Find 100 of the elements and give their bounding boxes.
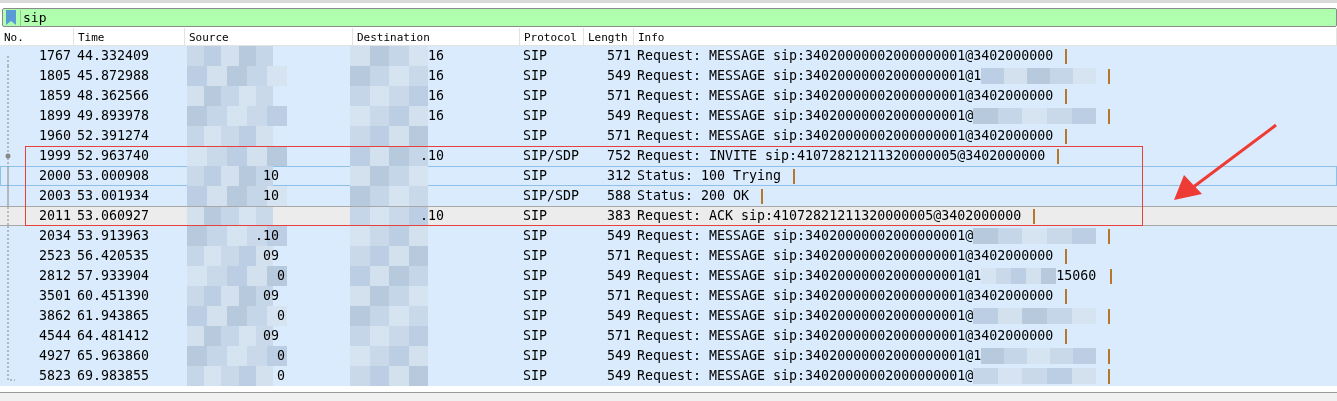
packet-row[interactable]: 2000 53.000908 10 SIP 312 Status: 100 Trying <box>0 166 1337 186</box>
table-cell-text: 09 <box>263 247 279 265</box>
table-cell: SIP <box>523 328 548 343</box>
table-cell: 1767 <box>38 48 71 63</box>
table-cell-text: Request: MESSAGE sip:34020000002000000001@3402000000 <box>637 47 1054 65</box>
table-cell: 312 <box>606 168 631 183</box>
table-cell-text: Request: MESSAGE sip:34020000002000000001@ <box>637 227 974 245</box>
column-header[interactable]: No. <box>0 28 74 45</box>
packet-row[interactable]: 2034 53.913963 .10 SIP 549 Request: MESSAGE sip:34020000002000000001@ <box>0 226 1337 246</box>
table-cell-text: Request: MESSAGE sip:34020000002000000001@3402000000 <box>637 127 1054 145</box>
table-cell: 549 <box>606 228 631 243</box>
table-cell: 44.332409 <box>77 48 150 63</box>
column-header[interactable]: Destination <box>353 28 520 45</box>
marker-bar <box>1065 328 1068 344</box>
table-cell-text: Request: MESSAGE sip:34020000002000000001@3402000000 <box>637 287 1054 305</box>
packet-row[interactable]: 2003 53.001934 10 SIP/SDP 588 Status: 200 OK <box>0 186 1337 206</box>
table-cell: 53.000908 <box>77 168 150 183</box>
marker-bar <box>1065 48 1068 64</box>
table-cell: 1999 <box>38 148 71 163</box>
column-header[interactable]: Length <box>584 28 634 45</box>
table-cell: 65.963860 <box>77 348 150 363</box>
marker-bar <box>1057 148 1060 164</box>
table-cell: 383 <box>606 208 631 223</box>
marker-bar <box>793 168 796 184</box>
marker-bar <box>1065 88 1068 104</box>
table-cell-text: 0 <box>277 347 285 365</box>
table-cell: SIP <box>523 288 548 303</box>
marker-bar <box>1108 348 1111 364</box>
table-cell-text: 16 <box>428 87 444 105</box>
table-cell: 752 <box>606 148 631 163</box>
packet-row[interactable]: 3501 60.451390 09 SIP 571 Request: MESSAGE sip:34020000002000000001@3402000000 <box>0 286 1337 306</box>
table-cell: 549 <box>606 108 631 123</box>
table-cell: 5823 <box>38 368 71 383</box>
marker-bar <box>1108 108 1111 124</box>
table-cell: SIP/SDP <box>523 148 580 163</box>
table-cell-text: 09 <box>263 287 279 305</box>
table-cell: 2812 <box>38 268 71 283</box>
table-cell-text: 16 <box>428 107 444 125</box>
packet-row[interactable]: 1805 45.872988 16 SIP 549 Request: MESSAGE sip:34020000002000000001@1 <box>0 66 1337 86</box>
table-cell-text: 0 <box>277 267 285 285</box>
table-cell-text: Request: MESSAGE sip:34020000002000000001@3402000000 <box>637 87 1054 105</box>
table-cell-text: 10 <box>263 187 279 205</box>
column-header[interactable]: Info <box>634 28 1337 45</box>
marker-bar <box>1065 288 1068 304</box>
packet-row[interactable]: 2523 56.420535 09 SIP 571 Request: MESSAGE sip:34020000002000000001@3402000000 <box>0 246 1337 266</box>
packet-row[interactable]: 2011 53.060927 .10 SIP 383 Request: ACK sip:41072821211320000005@3402000000 <box>0 206 1337 226</box>
packet-row[interactable]: 1859 48.362566 16 SIP 571 Request: MESSAGE sip:34020000002000000001@3402000000 <box>0 86 1337 106</box>
table-cell: 53.913963 <box>77 228 150 243</box>
column-header[interactable]: Source <box>185 28 353 45</box>
table-cell: 57.933904 <box>77 268 150 283</box>
table-cell: 48.362566 <box>77 88 150 103</box>
marker-bar <box>1110 268 1113 284</box>
table-cell-text: Request: INVITE sip:41072821211320000005@3402000000 <box>637 147 1046 165</box>
table-cell: 53.001934 <box>77 188 150 203</box>
table-cell: 588 <box>606 188 631 203</box>
table-cell: 571 <box>606 88 631 103</box>
table-cell: SIP <box>523 88 548 103</box>
table-cell: 1859 <box>38 88 71 103</box>
table-cell-text: Request: MESSAGE sip:34020000002000000001@ <box>637 107 974 125</box>
bookmark-icon[interactable] <box>5 10 17 25</box>
packet-row[interactable]: 1767 44.332409 16 SIP 571 Request: MESSAGE sip:34020000002000000001@3402000000 <box>0 46 1337 66</box>
table-cell: SIP <box>523 208 548 223</box>
table-cell: 1899 <box>38 108 71 123</box>
table-cell-text: Request: MESSAGE sip:34020000002000000001@1 <box>637 267 982 285</box>
table-cell: 4544 <box>38 328 71 343</box>
table-cell: 571 <box>606 328 631 343</box>
table-cell: 60.451390 <box>77 288 150 303</box>
table-cell: .10 <box>420 207 445 225</box>
table-cell-text: Request: MESSAGE sip:34020000002000000001@1 <box>637 67 982 85</box>
table-cell-text: .10 <box>255 227 280 245</box>
packet-row[interactable]: 4544 64.481412 09 SIP 571 Request: MESSAGE sip:34020000002000000001@3402000000 <box>0 326 1337 346</box>
packet-row[interactable]: 3862 61.943865 0 SIP 549 Request: MESSAGE sip:34020000002000000001@ <box>0 306 1337 326</box>
table-cell: Request: ACK sip:41072821211320000005@3402000000 <box>637 207 1022 225</box>
table-cell: 549 <box>606 268 631 283</box>
table-cell: 571 <box>606 128 631 143</box>
table-cell: 2003 <box>38 188 71 203</box>
table-cell-text: 16 <box>428 47 444 65</box>
table-cell: 571 <box>606 288 631 303</box>
table-cell: 52.963740 <box>77 148 150 163</box>
table-cell: SIP <box>523 108 548 123</box>
table-cell-text: 16 <box>428 67 444 85</box>
packet-row[interactable]: 1899 49.893978 16 SIP 549 Request: MESSAGE sip:34020000002000000001@ <box>0 106 1337 126</box>
packet-row[interactable]: 2812 57.933904 0 SIP 549 Request: MESSAGE sip:34020000002000000001@1 15060 <box>0 266 1337 286</box>
packet-row[interactable]: 1999 52.963740 .10 SIP/SDP 752 Request: INVITE sip:41072821211320000005@3402000000 <box>0 146 1337 166</box>
table-cell-text: 0 <box>277 307 285 325</box>
packet-row[interactable]: 5823 69.983855 0 SIP 549 Request: MESSAGE sip:34020000002000000001@ <box>0 366 1337 386</box>
table-cell-text: 0 <box>277 367 285 385</box>
table-cell-text: Status: 100 Trying <box>637 167 782 185</box>
table-cell-text: Request: MESSAGE sip:34020000002000000001@3402000000 <box>637 247 1054 265</box>
packet-row[interactable]: 1960 52.391274 SIP 571 Request: MESSAGE sip:34020000002000000001@3402000000 <box>0 126 1337 146</box>
table-cell-text: Status: 200 OK <box>637 187 750 205</box>
table-cell: 2523 <box>38 248 71 263</box>
marker-bar <box>1108 228 1111 244</box>
column-header[interactable]: Protocol <box>520 28 584 45</box>
column-header[interactable]: Time <box>74 28 185 45</box>
table-cell: 549 <box>606 368 631 383</box>
packet-row[interactable]: 4927 65.963860 0 SIP 549 Request: MESSAGE sip:34020000002000000001@1 <box>0 346 1337 366</box>
table-cell: SIP <box>523 308 548 323</box>
marker-bar <box>1108 68 1111 84</box>
table-cell-text: 09 <box>263 327 279 345</box>
